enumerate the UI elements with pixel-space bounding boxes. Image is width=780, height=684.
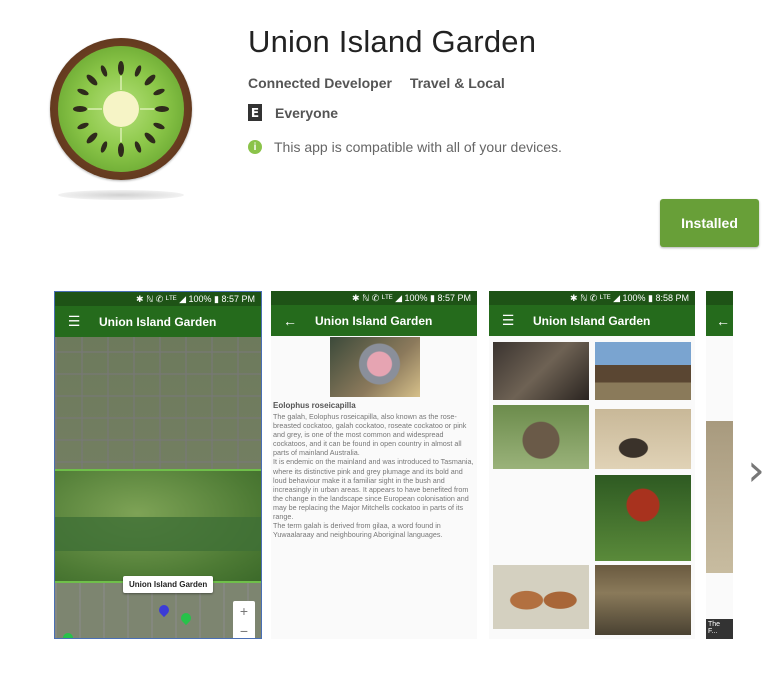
developer-link[interactable]: Connected Developer — [248, 75, 392, 91]
menu-icon: ☰ — [67, 313, 81, 329]
app-toolbar: ← Union Island Garden — [271, 305, 477, 336]
gallery-thumbnail — [493, 342, 589, 400]
compatibility-note: i This app is compatible with all of you… — [248, 139, 562, 155]
gallery-thumbnail — [595, 475, 691, 561]
category-link[interactable]: Travel & Local — [410, 75, 505, 91]
status-bar: ✱ ℕ ✆ ᴸᵀᴱ ◢ 100% ▮ 8:57 PM — [271, 291, 477, 305]
content-rating-label: Everyone — [275, 104, 339, 121]
status-bar: ✱ ℕ ✆ ᴸᵀᴱ ◢ 100% ▮ 8:57 PM — [55, 292, 261, 306]
photo-caption: The F... — [706, 619, 733, 639]
compatibility-text: This app is compatible with all of your … — [274, 139, 562, 155]
zoom-in-icon: + — [239, 603, 249, 619]
app-icon — [50, 38, 192, 180]
animal-photo — [706, 421, 733, 573]
screenshot-partial[interactable]: ← The F... — [706, 291, 733, 639]
species-heading: Eolophus roseicapilla — [273, 401, 356, 410]
species-description: The galah, Eolophus roseicapilla, also k… — [273, 412, 474, 540]
map-callout: Union Island Garden — [123, 576, 214, 593]
zoom-control: + − — [233, 601, 255, 639]
satellite-map: Union Island Garden + − — [55, 337, 261, 639]
galah-photo — [330, 337, 420, 397]
esrb-everyone-icon: E — [248, 104, 262, 121]
kiwi-core — [103, 91, 139, 127]
app-toolbar: ← — [706, 305, 733, 336]
screenshot-map[interactable]: ✱ ℕ ✆ ᴸᵀᴱ ◢ 100% ▮ 8:57 PM ☰ Union Islan… — [54, 291, 262, 639]
toolbar-title: Union Island Garden — [533, 313, 651, 328]
toolbar-title: Union Island Garden — [315, 313, 433, 328]
kiwi-flesh — [58, 46, 184, 172]
screenshot-gallery[interactable]: ✱ ℕ ✆ ᴸᵀᴱ ◢ 100% ▮ 8:58 PM ☰ Union Islan… — [489, 291, 695, 639]
installed-button[interactable]: Installed — [660, 199, 759, 247]
gallery-thumbnail — [595, 342, 691, 400]
gallery-thumbnail — [493, 565, 589, 629]
info-icon: i — [248, 140, 262, 154]
app-toolbar: ☰ Union Island Garden — [55, 306, 261, 337]
status-bar — [706, 291, 733, 305]
icon-shadow — [58, 190, 184, 200]
screenshot-detail[interactable]: ✱ ℕ ✆ ᴸᵀᴱ ◢ 100% ▮ 8:57 PM ← Union Islan… — [271, 291, 477, 639]
chevron-right-icon[interactable]: › — [738, 440, 774, 500]
content-rating: E Everyone — [248, 104, 338, 121]
gallery-thumbnail — [595, 565, 691, 635]
river-area — [55, 517, 261, 551]
gallery-thumbnail — [493, 405, 589, 469]
gallery-thumbnail — [595, 409, 691, 469]
back-arrow-icon: ← — [283, 312, 297, 329]
status-bar: ✱ ℕ ✆ ᴸᵀᴱ ◢ 100% ▮ 8:58 PM — [489, 291, 695, 305]
toolbar-title: Union Island Garden — [99, 314, 217, 329]
app-toolbar: ☰ Union Island Garden — [489, 305, 695, 336]
map-road — [55, 469, 261, 471]
back-arrow-icon: ← — [716, 312, 730, 329]
menu-icon: ☰ — [501, 312, 515, 328]
app-meta: Connected Developer Travel & Local — [248, 75, 519, 91]
app-title: Union Island Garden — [248, 24, 537, 59]
zoom-out-icon: − — [239, 623, 249, 639]
